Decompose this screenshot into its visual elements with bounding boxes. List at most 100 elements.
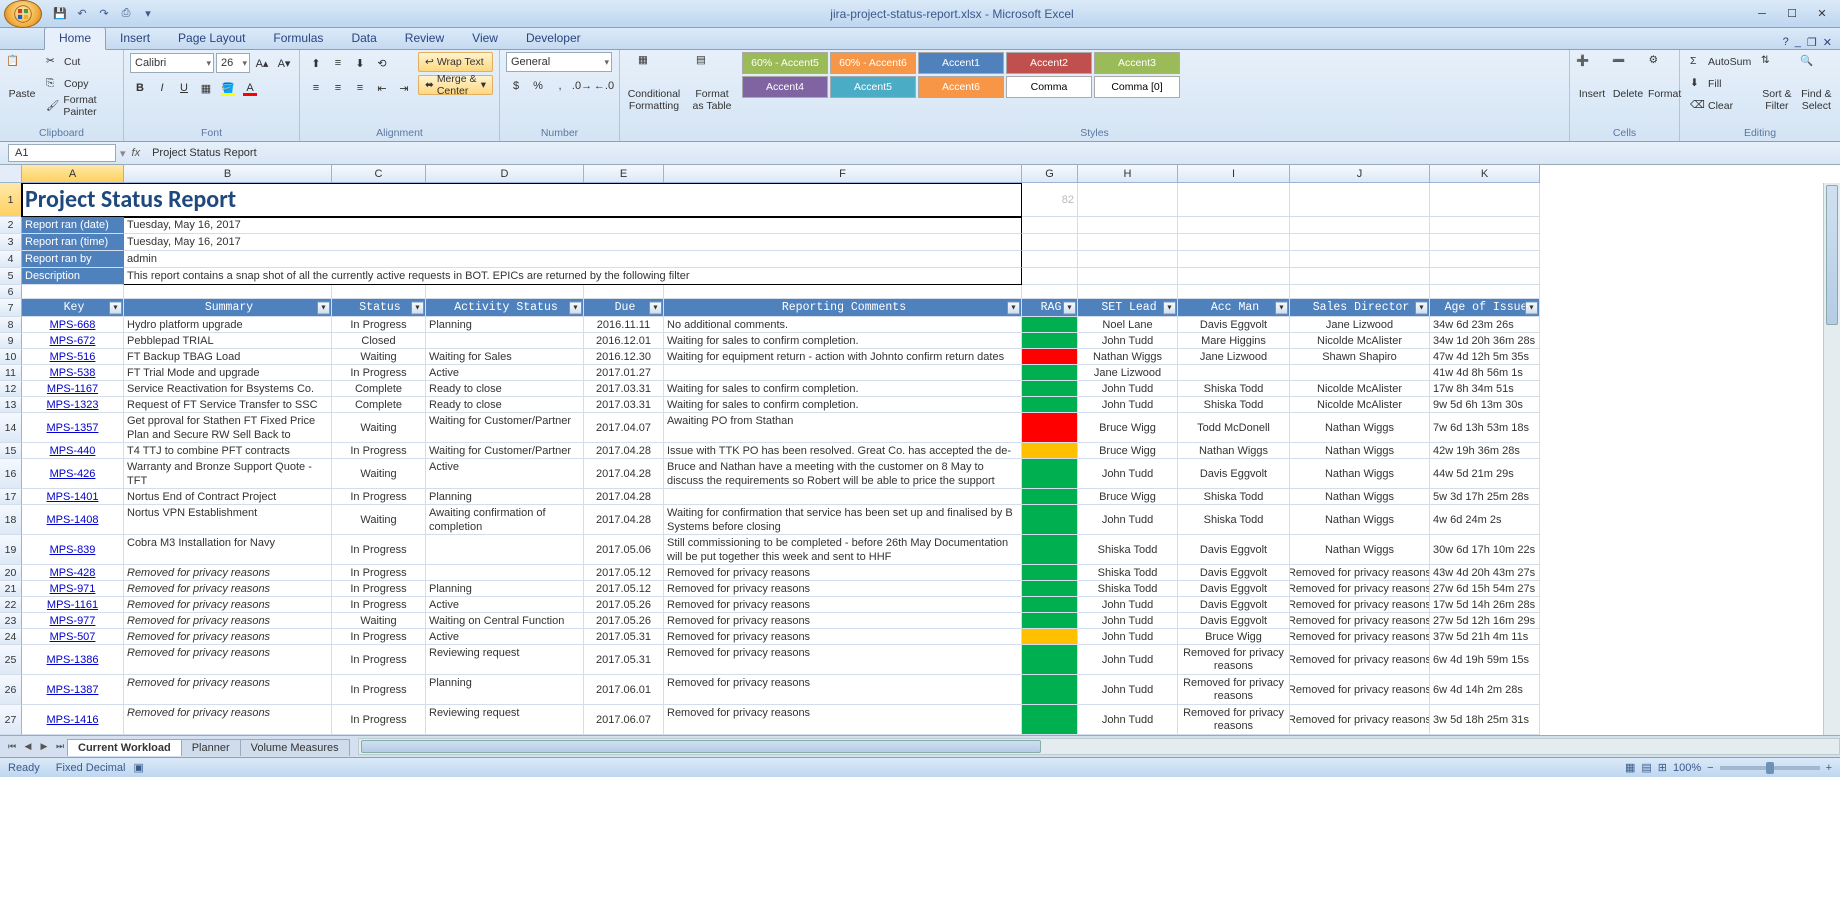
issue-key-link[interactable]: MPS-507: [22, 629, 124, 645]
comments-cell[interactable]: Bruce and Nathan have a meeting with the…: [664, 459, 1022, 489]
director-cell[interactable]: Removed for privacy reasons: [1290, 645, 1430, 675]
bold-button[interactable]: B: [130, 78, 150, 98]
accman-cell[interactable]: Shiska Todd: [1178, 397, 1290, 413]
row-header-3[interactable]: 3: [0, 234, 22, 251]
status-cell[interactable]: In Progress: [332, 675, 426, 705]
rag-cell[interactable]: [1022, 565, 1078, 581]
col-header-G[interactable]: G: [1022, 165, 1078, 183]
style-accent6[interactable]: Accent6: [918, 76, 1004, 98]
comments-cell[interactable]: Removed for privacy reasons: [664, 581, 1022, 597]
summary-cell[interactable]: Removed for privacy reasons: [124, 597, 332, 613]
age-cell[interactable]: 17w 5d 14h 26m 28s: [1430, 597, 1540, 613]
rag-cell[interactable]: [1022, 581, 1078, 597]
cell-styles-gallery[interactable]: 60% - Accent560% - Accent6Accent1Accent2…: [742, 52, 1180, 98]
director-cell[interactable]: Shawn Shapiro: [1290, 349, 1430, 365]
col-header-H[interactable]: H: [1078, 165, 1178, 183]
accman-cell[interactable]: Removed for privacy reasons: [1178, 705, 1290, 735]
due-cell[interactable]: 2017.05.12: [584, 581, 664, 597]
due-cell[interactable]: 2017.04.07: [584, 413, 664, 443]
due-cell[interactable]: 2017.04.28: [584, 505, 664, 535]
window-min-icon[interactable]: _: [1795, 36, 1801, 49]
meta-value[interactable]: admin: [124, 251, 1022, 268]
row-header-26[interactable]: 26: [0, 675, 22, 705]
age-cell[interactable]: 30w 6d 17h 10m 22s: [1430, 535, 1540, 565]
minimize-button[interactable]: ─: [1748, 4, 1776, 24]
activity-cell[interactable]: Waiting for Sales: [426, 349, 584, 365]
director-cell[interactable]: Nathan Wiggs: [1290, 413, 1430, 443]
qat-undo-icon[interactable]: ↶: [74, 6, 90, 22]
summary-cell[interactable]: Hydro platform upgrade: [124, 317, 332, 333]
issue-key-link[interactable]: MPS-538: [22, 365, 124, 381]
currency-icon[interactable]: $: [506, 76, 526, 96]
activity-cell[interactable]: Planning: [426, 317, 584, 333]
comments-cell[interactable]: Removed for privacy reasons: [664, 629, 1022, 645]
summary-cell[interactable]: Removed for privacy reasons: [124, 705, 332, 735]
activity-cell[interactable]: Waiting for Customer/Partner: [426, 443, 584, 459]
lead-cell[interactable]: John Tudd: [1078, 459, 1178, 489]
table-header-activity-status[interactable]: Activity Status▼: [426, 299, 584, 317]
ribbon-tab-insert[interactable]: Insert: [106, 28, 164, 49]
row-header-20[interactable]: 20: [0, 565, 22, 581]
age-cell[interactable]: 27w 6d 15h 54m 27s: [1430, 581, 1540, 597]
comments-cell[interactable]: Still commissioning to be completed - be…: [664, 535, 1022, 565]
status-cell[interactable]: In Progress: [332, 365, 426, 381]
issue-key-link[interactable]: MPS-1167: [22, 381, 124, 397]
due-cell[interactable]: 2017.05.31: [584, 629, 664, 645]
issue-key-link[interactable]: MPS-516: [22, 349, 124, 365]
age-cell[interactable]: 4w 6d 24m 2s: [1430, 505, 1540, 535]
rag-cell[interactable]: [1022, 349, 1078, 365]
accman-cell[interactable]: Removed for privacy reasons: [1178, 645, 1290, 675]
comments-cell[interactable]: Waiting for equipment return - action wi…: [664, 349, 1022, 365]
lead-cell[interactable]: John Tudd: [1078, 629, 1178, 645]
row-header-22[interactable]: 22: [0, 597, 22, 613]
maximize-button[interactable]: ☐: [1778, 4, 1806, 24]
issue-key-link[interactable]: MPS-672: [22, 333, 124, 349]
col-header-C[interactable]: C: [332, 165, 426, 183]
issue-key-link[interactable]: MPS-1323: [22, 397, 124, 413]
summary-cell[interactable]: Get pproval for Stathen FT Fixed Price P…: [124, 413, 332, 443]
table-header-rag[interactable]: RAG▼: [1022, 299, 1078, 317]
row-header-16[interactable]: 16: [0, 459, 22, 489]
style-accent5[interactable]: Accent5: [830, 76, 916, 98]
lead-cell[interactable]: Jane Lizwood: [1078, 365, 1178, 381]
row-header-27[interactable]: 27: [0, 705, 22, 735]
summary-cell[interactable]: Nortus VPN Establishment: [124, 505, 332, 535]
comments-cell[interactable]: Removed for privacy reasons: [664, 645, 1022, 675]
ribbon-tab-page-layout[interactable]: Page Layout: [164, 28, 259, 49]
age-cell[interactable]: 43w 4d 20h 43m 27s: [1430, 565, 1540, 581]
comments-cell[interactable]: Awaiting PO from Stathan: [664, 413, 1022, 443]
close-button[interactable]: ✕: [1808, 4, 1836, 24]
issue-key-link[interactable]: MPS-440: [22, 443, 124, 459]
name-box[interactable]: A1: [8, 144, 116, 162]
row-header-10[interactable]: 10: [0, 349, 22, 365]
align-center-icon[interactable]: ≡: [328, 78, 348, 98]
comments-cell[interactable]: Removed for privacy reasons: [664, 613, 1022, 629]
director-cell[interactable]: Removed for privacy reasons: [1290, 705, 1430, 735]
meta-label[interactable]: Description: [22, 268, 124, 285]
clear-button[interactable]: ⌫Clear: [1686, 96, 1755, 116]
row-header-6[interactable]: 6: [0, 285, 22, 299]
summary-cell[interactable]: Cobra M3 Installation for Navy: [124, 535, 332, 565]
filter-icon[interactable]: ▼: [649, 301, 662, 314]
due-cell[interactable]: 2017.05.12: [584, 565, 664, 581]
activity-cell[interactable]: Reviewing request: [426, 705, 584, 735]
row-header-2[interactable]: 2: [0, 217, 22, 234]
status-cell[interactable]: Waiting: [332, 459, 426, 489]
format-button[interactable]: ⚙Format: [1648, 52, 1681, 100]
rag-cell[interactable]: [1022, 459, 1078, 489]
activity-cell[interactable]: [426, 333, 584, 349]
ribbon-tab-data[interactable]: Data: [337, 28, 390, 49]
lead-cell[interactable]: Shiska Todd: [1078, 581, 1178, 597]
lead-cell[interactable]: Nathan Wiggs: [1078, 349, 1178, 365]
zoom-slider[interactable]: [1720, 766, 1820, 770]
rag-cell[interactable]: [1022, 645, 1078, 675]
filter-icon[interactable]: ▼: [317, 301, 330, 314]
lead-cell[interactable]: Bruce Wigg: [1078, 413, 1178, 443]
accman-cell[interactable]: Davis Eggvolt: [1178, 581, 1290, 597]
status-cell[interactable]: In Progress: [332, 629, 426, 645]
rag-cell[interactable]: [1022, 489, 1078, 505]
row-header-18[interactable]: 18: [0, 505, 22, 535]
summary-cell[interactable]: Removed for privacy reasons: [124, 645, 332, 675]
ribbon-tab-review[interactable]: Review: [391, 28, 458, 49]
director-cell[interactable]: Removed for privacy reasons: [1290, 581, 1430, 597]
